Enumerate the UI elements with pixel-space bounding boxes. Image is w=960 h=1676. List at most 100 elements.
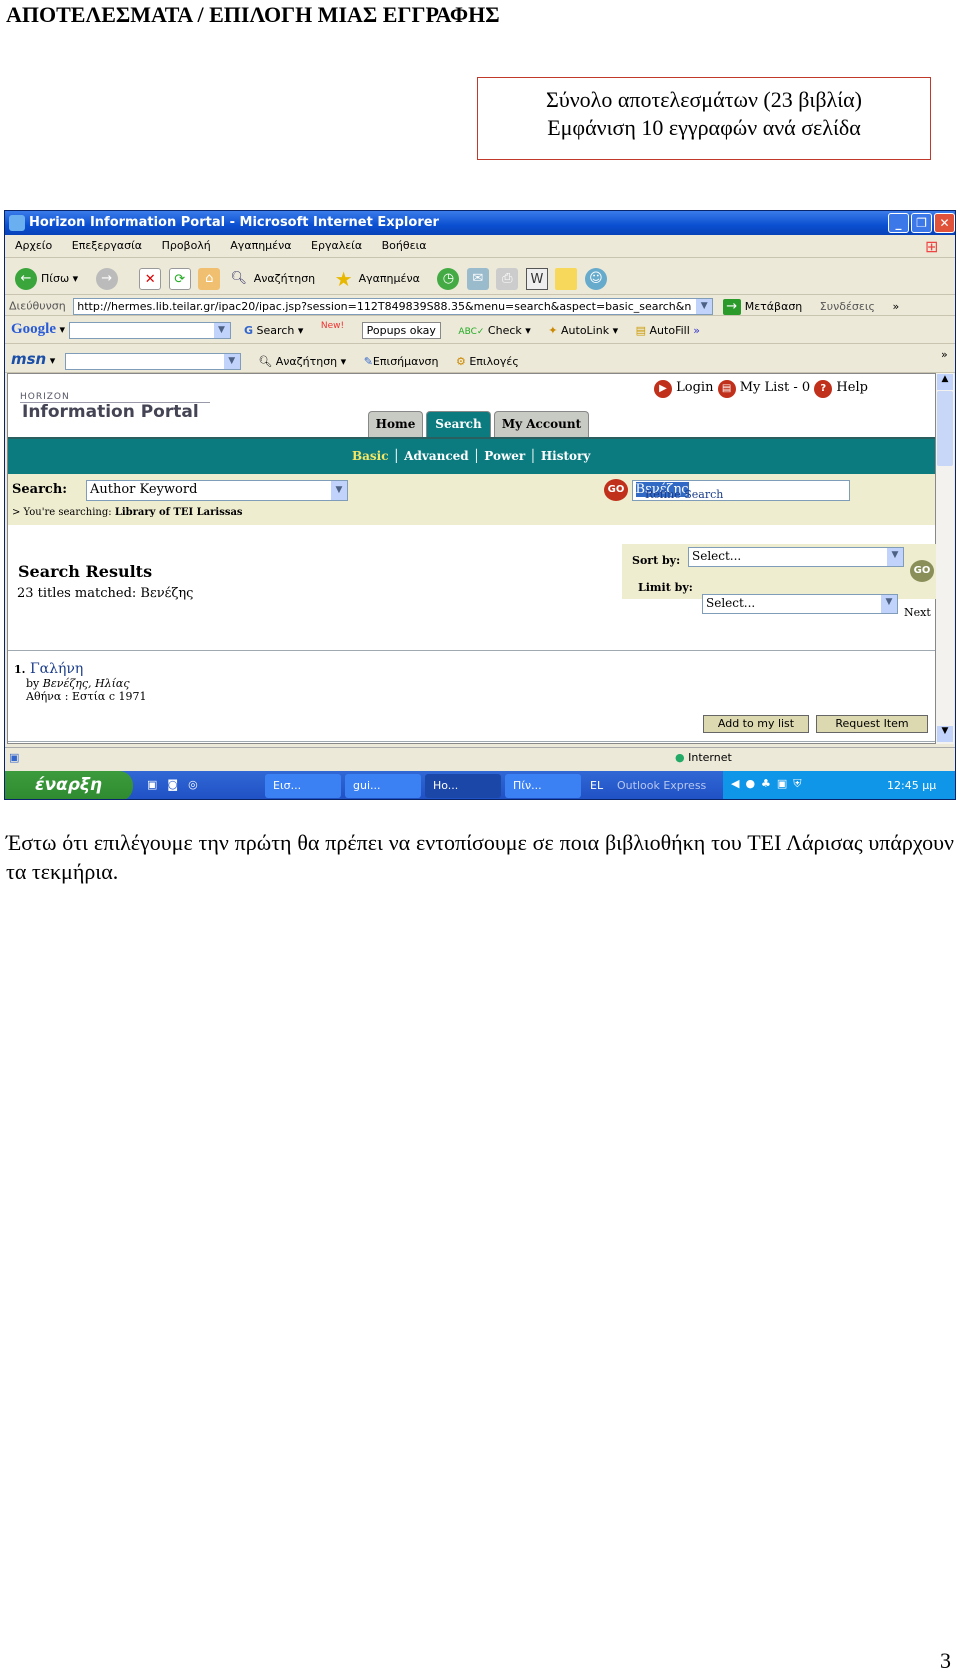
chevron-down-icon[interactable]: ▼ (887, 548, 903, 566)
menu-bar: Αρχείο Επεξεργασία Προβολή Αγαπημένα Εργ… (5, 235, 955, 258)
abc-check-icon: ABC✓ (458, 326, 485, 337)
back-label: Πίσω (41, 272, 70, 285)
subnav-history[interactable]: History (541, 449, 591, 463)
search-button[interactable]: 🔍︎ Αναζήτηση (228, 268, 315, 290)
forward-button[interactable]: → (95, 268, 122, 290)
tray-icons[interactable]: ◀●♣▣⛨ (731, 777, 808, 791)
tab-home[interactable]: Home (368, 411, 423, 437)
menu-help[interactable]: Βοήθεια (382, 239, 427, 252)
login-link[interactable]: Login (676, 380, 713, 395)
my-list-link[interactable]: My List - 0 (740, 380, 810, 395)
stop-icon[interactable]: ✕ (139, 268, 162, 290)
wand-icon: ✦ (548, 323, 558, 337)
note-icon[interactable] (555, 268, 578, 290)
refresh-icon[interactable]: ⟳ (168, 268, 191, 290)
scroll-thumb[interactable] (937, 391, 953, 466)
chevron-down-icon[interactable]: ▼ (331, 481, 347, 500)
print-icon[interactable]: ⎙ (496, 268, 519, 290)
menu-file[interactable]: Αρχείο (15, 239, 52, 252)
google-search-input[interactable]: ▼ (68, 321, 231, 339)
close-button[interactable]: ✕ (934, 213, 955, 233)
url-field[interactable]: http://hermes.lib.teilar.gr/ipac20/ipac.… (73, 298, 714, 315)
search-label: Αναζήτηση (253, 272, 316, 285)
msn-search-button[interactable]: 🔍︎ Αναζήτηση ▾ (258, 355, 346, 368)
check-label: Check (487, 323, 522, 337)
google-search-label: Search (256, 323, 295, 337)
messenger-icon[interactable]: ☺ (584, 268, 607, 290)
minimize-button[interactable]: _ (888, 213, 909, 233)
result-author[interactable]: Βενέζης, Ηλίας (43, 677, 130, 690)
search-go-button[interactable]: GO (604, 479, 628, 501)
tab-my-account[interactable]: My Account (494, 411, 589, 437)
task-inbox[interactable]: Εισ... (265, 774, 341, 798)
subnav-basic[interactable]: Basic (352, 449, 389, 463)
results-heading: Search Results (18, 562, 153, 581)
home-icon[interactable]: ⌂ (198, 268, 221, 290)
chevron-down-icon[interactable]: ▼ (223, 353, 240, 369)
result-title-link[interactable]: Γαλήνη (30, 661, 83, 677)
top-links: ▶ Login ▤ My List - 0 ? Help (654, 380, 868, 398)
favorites-button[interactable]: ★ Αγαπημένα (333, 268, 420, 290)
limit-select[interactable]: Select... ▼ (702, 594, 898, 614)
msn-search-input[interactable]: ▼ (64, 352, 241, 370)
options-button[interactable]: ⚙ Επιλογές (456, 355, 519, 368)
maximize-button[interactable]: ❐ (911, 213, 932, 233)
spell-check-button[interactable]: ABC✓ Check ▾ (458, 324, 530, 337)
chevron-down-icon[interactable]: ▼ (881, 595, 897, 613)
search-type-select[interactable]: Author Keyword ▼ (86, 480, 348, 501)
autofill-button[interactable]: ▤ AutoFill » (636, 324, 700, 337)
google-search-button[interactable]: G Search ▾ (244, 324, 303, 337)
quick-launch-icons[interactable]: ▣◙◎ (147, 778, 208, 791)
zone-label: Internet (688, 751, 732, 764)
request-item-button[interactable]: Request Item (816, 715, 928, 733)
windows-logo-icon: ⊞ (925, 237, 939, 256)
highlight-button[interactable]: ✎Επισήμανση (364, 355, 439, 368)
refine-search-link[interactable]: Refine Search (645, 488, 723, 501)
google-new-badge[interactable]: New! (321, 321, 344, 331)
overflow-chevron-icon[interactable]: » (893, 300, 900, 313)
chevron-down-icon[interactable]: ▼ (696, 299, 713, 314)
list-icon: ▤ (717, 380, 736, 398)
go-button[interactable]: → Μετάβαση (722, 298, 802, 315)
msn-toolbar: msn ▾ ▼ 🔍︎ Αναζήτηση ▾ ✎Επισήμανση ⚙ Επι… (5, 344, 955, 373)
add-to-list-button[interactable]: Add to my list (703, 715, 809, 733)
help-link[interactable]: Help (836, 380, 868, 395)
task-horizon[interactable]: Ho... (425, 774, 501, 798)
task-table[interactable]: Πίν... (505, 774, 581, 798)
word-icon[interactable]: W (525, 268, 548, 290)
menu-edit[interactable]: Επεξεργασία (72, 239, 142, 252)
searching-library[interactable]: Library of TEI Larissas (115, 507, 243, 518)
popups-button[interactable]: Popups okay (361, 321, 441, 339)
chevron-down-icon[interactable]: ▼ (213, 322, 230, 338)
scroll-down-icon[interactable]: ▼ (937, 726, 953, 742)
outlook-express-button[interactable]: Outlook Express (617, 779, 706, 792)
history-icon[interactable]: ◷ (437, 268, 460, 290)
results-info-box: Σύνολο αποτελεσμάτων (23 βιβλία) Εμφάνισ… (477, 77, 931, 160)
go-arrow-icon: → (722, 298, 741, 315)
start-button[interactable]: έναρξη (5, 771, 133, 799)
tab-search[interactable]: Search (426, 411, 491, 437)
sort-go-button[interactable]: GO (910, 560, 934, 582)
menu-favorites[interactable]: Αγαπημένα (230, 239, 291, 252)
mail-icon[interactable]: ✉ (466, 268, 489, 290)
standard-toolbar: ← Πίσω ▾ → ✕ ⟳ ⌂ 🔍︎ Αναζήτηση ★ Αγαπημένα ◷… (5, 258, 955, 295)
autolink-button[interactable]: ✦ AutoLink ▾ (548, 324, 618, 337)
address-bar: Διεύθυνση http://hermes.lib.teilar.gr/ip… (5, 295, 955, 316)
menu-tools[interactable]: Εργαλεία (311, 239, 362, 252)
sort-select[interactable]: Select... ▼ (688, 547, 904, 567)
subnav-power[interactable]: Power (484, 449, 525, 463)
language-indicator[interactable]: EL (590, 779, 603, 792)
back-button[interactable]: ← Πίσω ▾ (15, 268, 78, 290)
taskbar: έναρξη ▣◙◎ Εισ... gui... Ho... Πίν... EL… (5, 771, 955, 799)
star-icon: ★ (334, 267, 353, 291)
menu-view[interactable]: Προβολή (162, 239, 211, 252)
task-word[interactable]: gui... (345, 774, 421, 798)
subnav-advanced[interactable]: Advanced (404, 449, 469, 463)
divider (8, 741, 935, 742)
vertical-scrollbar[interactable]: ▲ ▼ (936, 373, 954, 744)
scroll-up-icon[interactable]: ▲ (937, 374, 953, 390)
overflow-chevron-icon[interactable]: » (941, 348, 948, 361)
favorites-label: Αγαπημένα (358, 272, 420, 285)
links-button[interactable]: Συνδέσεις (820, 300, 875, 313)
next-link[interactable]: Next (904, 606, 931, 619)
